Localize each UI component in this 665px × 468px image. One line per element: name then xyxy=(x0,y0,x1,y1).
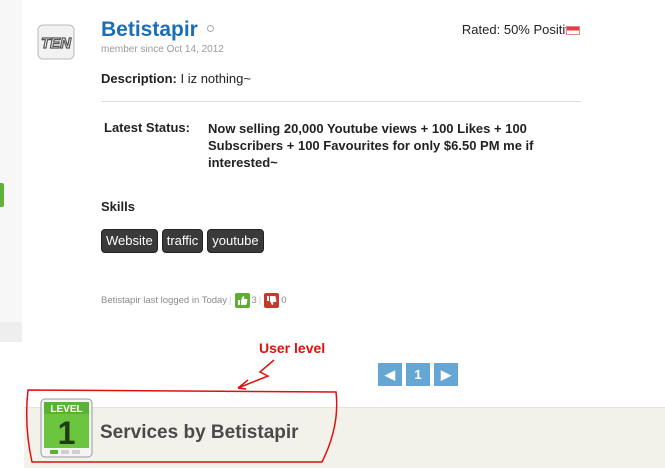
description-text: I iz nothing~ xyxy=(180,71,251,86)
votes-up-count: 3 xyxy=(251,295,257,306)
votes-down-count: 0 xyxy=(281,295,287,306)
separator: | xyxy=(229,295,232,306)
username-link[interactable]: Betistapir xyxy=(101,18,198,42)
description: Description: I iz nothing~ xyxy=(101,71,251,86)
annotation-label: User level xyxy=(259,340,326,356)
annotation-highlight-box xyxy=(25,389,338,463)
rating-flag-icon xyxy=(566,26,580,35)
skill-tag-website[interactable]: Website xyxy=(101,229,158,253)
last-login-text: Betistapir last logged in Today xyxy=(101,295,228,306)
activity-row: Betistapir last logged in Today | 3 | 0 xyxy=(101,293,287,308)
skills-list: Website traffic youtube xyxy=(101,229,264,253)
next-page-button[interactable]: ▶ xyxy=(434,363,458,386)
member-since: member since Oct 14, 2012 xyxy=(101,44,224,55)
description-label: Description: xyxy=(101,71,177,86)
skill-tag-youtube[interactable]: youtube xyxy=(207,229,264,253)
left-gutter xyxy=(0,0,22,340)
avatar[interactable]: TEN xyxy=(37,24,75,60)
skills-heading: Skills xyxy=(101,199,135,214)
divider xyxy=(101,101,581,102)
side-tab-indicator[interactable] xyxy=(0,183,4,207)
pagination: ◀ 1 ▶ xyxy=(378,363,458,386)
panel-shade xyxy=(0,322,22,342)
avatar-logo-text: TEN xyxy=(41,35,72,52)
prev-page-button[interactable]: ◀ xyxy=(378,363,402,386)
page-1-button[interactable]: 1 xyxy=(406,363,430,386)
status-text: Now selling 20,000 Youtube views + 100 L… xyxy=(208,121,534,170)
status-label: Latest Status: xyxy=(104,120,190,135)
separator: | xyxy=(258,295,262,306)
skill-tag-traffic[interactable]: traffic xyxy=(161,229,204,253)
thumbs-up-icon[interactable] xyxy=(234,293,250,308)
thumbs-down-icon[interactable] xyxy=(264,293,280,308)
online-status-icon xyxy=(207,25,214,32)
rating-text: Rated: 50% Positive xyxy=(461,22,579,37)
